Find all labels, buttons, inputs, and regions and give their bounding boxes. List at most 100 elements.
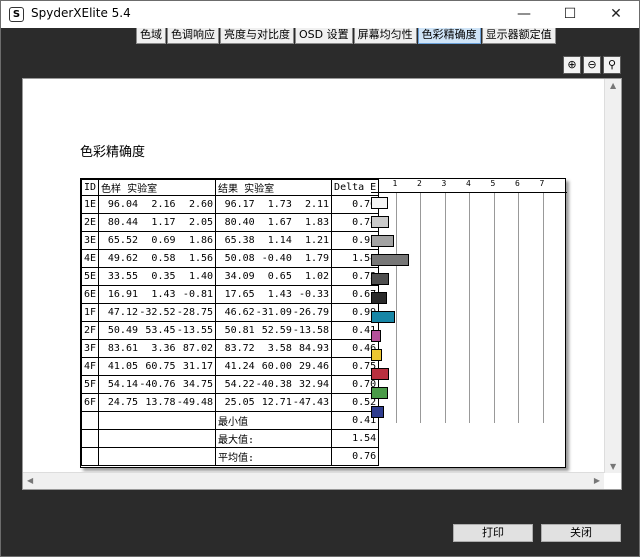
sample-value: 13.78 [145,397,176,408]
sample-value: 87.02 [182,343,214,354]
scroll-right-icon[interactable]: ▶ [594,476,600,485]
minimize-button[interactable]: — [501,1,547,28]
zoom-toolbar: ⊕ ⊖ ⚲ [563,56,623,74]
gridline [420,193,421,423]
tick-label: 1 [392,179,398,188]
result-value: 80.40 [224,217,255,228]
tab-0[interactable]: 色域 [136,28,166,44]
sample-value: -32.52 [139,307,176,318]
result-value: 84.93 [298,343,330,354]
header-id: ID [80,179,100,196]
tab-4[interactable]: 屏幕均匀性 [353,28,417,44]
sample-value: 24.75 [107,397,138,408]
result-value: -0.40 [261,253,292,264]
delta-e-bar [371,406,384,418]
tab-6[interactable]: 显示器额定值 [481,28,556,44]
result-lab: 34.09 0.65 1.02 [215,267,333,286]
tick-label: 6 [515,179,520,188]
sample-value: 34.75 [182,379,214,390]
tab-2[interactable]: 亮度与对比度 [220,28,294,44]
gridline [518,193,519,423]
vertical-scrollbar[interactable]: ▲ ▼ [604,79,621,473]
horizontal-scrollbar[interactable]: ◀ ▶ [23,472,604,489]
result-value: 96.17 [224,199,255,210]
result-lab: 25.05 12.71 -47.43 [215,393,333,412]
sample-lab: 33.55 0.35 1.40 [98,267,217,286]
table-row: 4F 41.05 60.75 31.17 41.24 60.00 29.46 0.75 [80,357,380,376]
sample-value: 0.35 [151,271,176,282]
result-value: -40.38 [255,379,292,390]
report-title: 色彩精确度 [80,145,146,160]
sample-lab: 80.44 1.17 2.05 [98,213,217,232]
scroll-down-icon[interactable]: ▼ [610,462,616,471]
summary-label: 最大值: [215,429,333,448]
app-logo-icon: S [9,7,24,22]
table-row: 3F 83.61 3.36 87.02 83.72 3.58 84.93 0.46 [80,339,380,358]
delta-e-bar [371,197,388,209]
window-title: SpyderXElite 5.4 [31,6,131,20]
zoom-in-icon[interactable]: ⊕ [563,56,581,74]
result-value: 1.21 [304,235,330,246]
result-value: 1.14 [267,235,292,246]
result-lab: 83.72 3.58 84.93 [215,339,333,358]
sample-lab: 24.75 13.78 -49.48 [98,393,217,412]
delta-e-bar [371,311,395,323]
print-button[interactable]: 打印 [453,524,533,542]
row-id: 1F [80,303,100,322]
scroll-left-icon[interactable]: ◀ [27,476,33,485]
close-window-button[interactable]: ✕ [593,1,639,28]
gridline [469,193,470,423]
delta-e-bar [371,273,389,285]
tick-label: 7 [539,179,545,188]
summary-row: 最大值: 1.54 [80,429,380,448]
header-result: 结果 实验室 [215,179,333,196]
zoom-fit-icon[interactable]: ⚲ [603,56,621,74]
result-lab: 80.40 1.67 1.83 [215,213,333,232]
tab-3[interactable]: OSD 设置 [295,28,353,44]
tab-5[interactable]: 色彩精确度 [417,28,481,44]
result-value: 1.67 [267,217,292,228]
result-value: 60.00 [261,361,292,372]
result-value: 1.79 [304,253,330,264]
sample-lab: 96.04 2.16 2.60 [98,195,217,214]
maximize-button[interactable]: ☐ [547,1,593,28]
sample-value: 83.61 [107,343,138,354]
sample-lab: 47.12 -32.52 -28.75 [98,303,217,322]
gridline [444,193,446,423]
sample-value: 47.12 [107,307,138,318]
sample-lab: 49.62 0.58 1.56 [98,249,217,268]
result-value: 54.22 [224,379,255,390]
sample-lab: 16.91 1.43 -0.81 [98,285,217,304]
delta-e-bar [371,292,387,304]
sample-value: 2.16 [151,199,176,210]
row-id: 1E [80,195,100,214]
sample-lab: 65.52 0.69 1.86 [98,231,217,250]
empty-cell [98,429,217,448]
table-row: 4E 49.62 0.58 1.56 50.08 -0.40 1.79 1.54 [80,249,380,268]
tab-1[interactable]: 色调响应 [167,28,219,44]
result-value: 29.46 [298,361,330,372]
sample-value: 54.14 [107,379,138,390]
sample-value: 49.62 [107,253,138,264]
delta-e-bar [371,368,389,380]
sample-value: 0.69 [151,235,176,246]
row-id: 2E [80,213,100,232]
result-lab: 96.17 1.73 2.11 [215,195,333,214]
result-lab: 65.38 1.14 1.21 [215,231,333,250]
zoom-out-icon[interactable]: ⊖ [583,56,601,74]
sample-value: 1.40 [188,271,214,282]
delta-e-bar [371,387,388,399]
close-button[interactable]: 关闭 [541,524,621,542]
result-value: 1.73 [267,199,292,210]
scroll-up-icon[interactable]: ▲ [610,81,616,90]
result-value: 52.59 [261,325,292,336]
accuracy-table: ID 色样 实验室 结果 实验室 Delta E 1E 96.04 2.16 2.60… [80,179,380,466]
gridline [493,193,495,423]
result-value: 50.81 [224,325,255,336]
result-lab: 46.62 -31.09 -26.79 [215,303,333,322]
report-viewport: 色彩精确度 ID 色样 实验室 结果 实验室 Delta E 1E 96.04 2.… [22,78,622,490]
table-row: 5E 33.55 0.35 1.40 34.09 0.65 1.02 0.73 [80,267,380,286]
empty-cell [98,411,217,430]
table-row: 3E 65.52 0.69 1.86 65.38 1.14 1.21 0.92 [80,231,380,250]
sample-value: -28.75 [176,307,214,318]
